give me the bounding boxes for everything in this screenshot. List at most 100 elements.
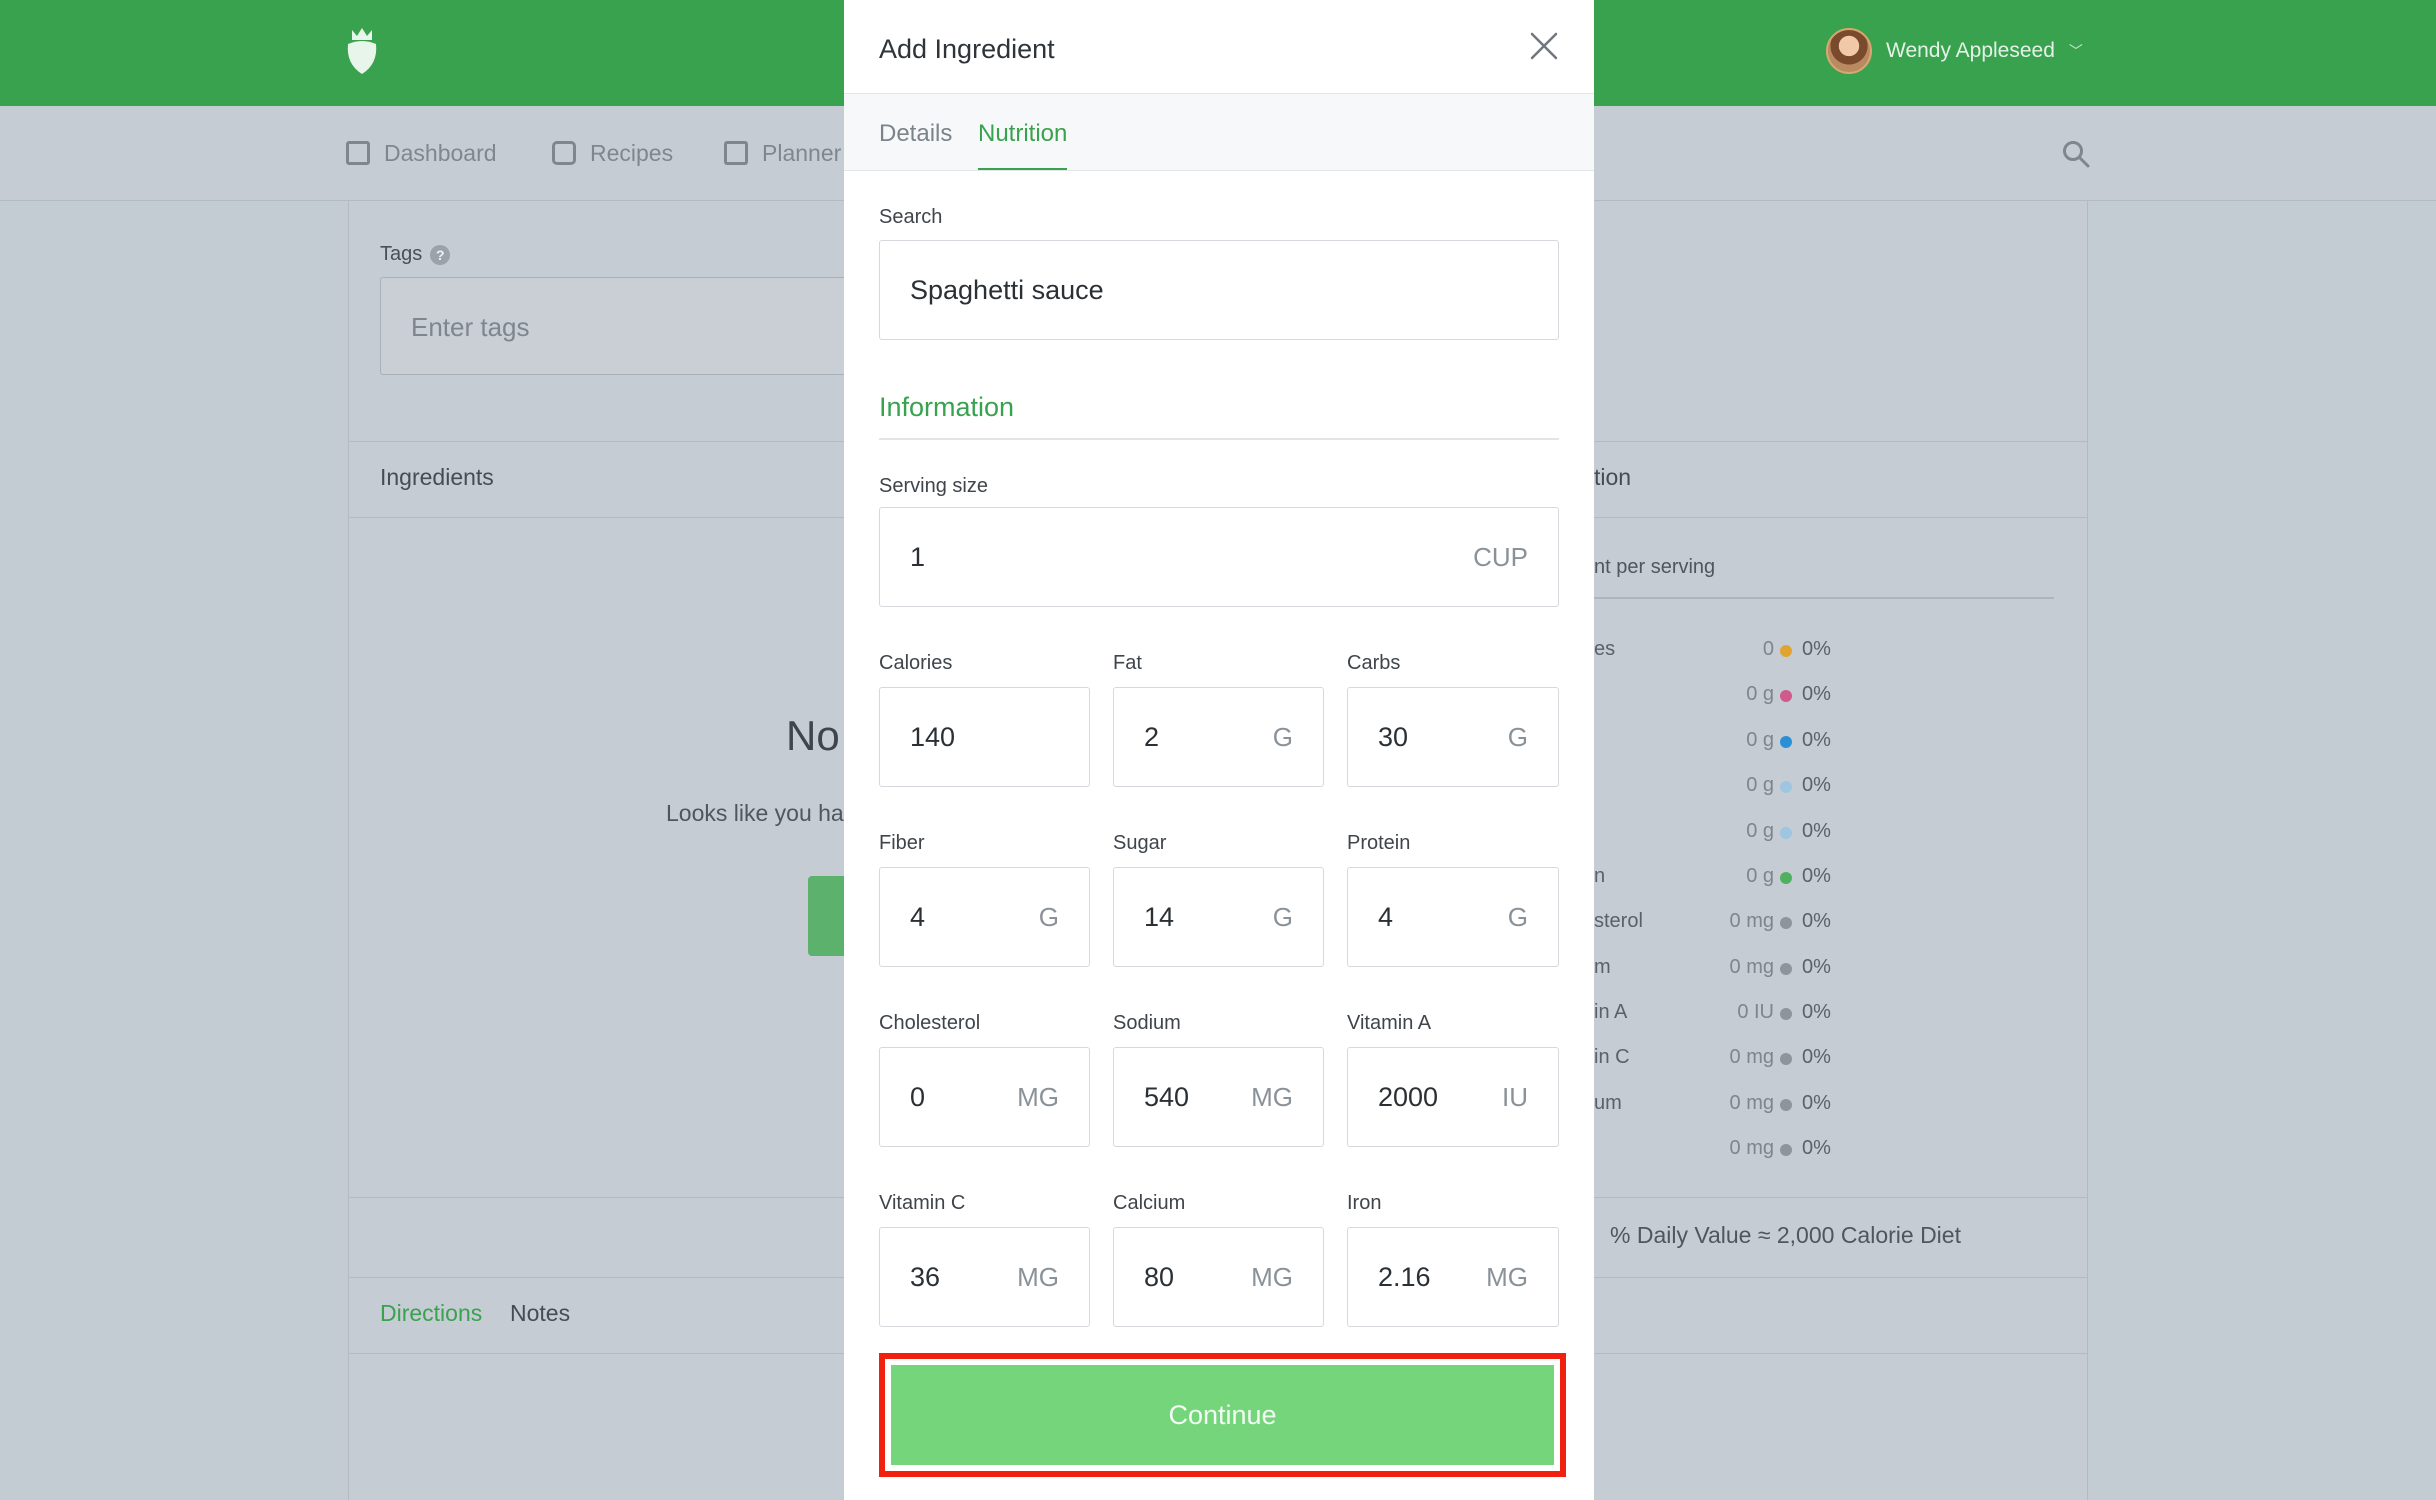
continue-button[interactable]: Continue — [891, 1365, 1554, 1465]
serving-size-value: 1 — [910, 542, 926, 572]
iron-label: Iron — [1347, 1192, 1382, 1214]
modal-tabs: Details Nutrition — [844, 94, 1594, 171]
nutrition-row: 0 g 0% — [1746, 729, 1831, 751]
information-heading: Information — [879, 392, 1015, 422]
nutrition-row: in A0 IU 0% — [1594, 1001, 1831, 1023]
nav-item-planner[interactable]: Planner — [724, 138, 841, 168]
sodium-value: 540 — [1144, 1082, 1190, 1112]
carbs-unit: G — [1507, 722, 1528, 752]
vitamin-a-value: 2000 — [1378, 1082, 1439, 1112]
empty-state-title: No — [786, 712, 840, 759]
fat-label: Fat — [1113, 652, 1142, 674]
search-label: Search — [879, 206, 943, 228]
ingredients-heading: Ingredients — [380, 464, 494, 490]
nav-label: Recipes — [590, 139, 674, 166]
fiber-label: Fiber — [879, 832, 925, 854]
calcium-unit: MG — [1251, 1262, 1293, 1292]
carbs-value: 30 — [1378, 722, 1409, 752]
chevron-down-icon: ﹀ — [2068, 43, 2083, 59]
calories-value: 140 — [910, 722, 956, 752]
fiber-value: 4 — [910, 902, 926, 932]
add-ingredient-modal: Add Ingredient Details Nutrition Search … — [844, 0, 1594, 1500]
user-menu[interactable]: Wendy Appleseed ﹀ — [1826, 26, 2083, 76]
nutrition-row: in C0 mg 0% — [1594, 1046, 1831, 1068]
vitamin-c-label: Vitamin C — [879, 1192, 966, 1214]
fat-unit: G — [1272, 722, 1293, 752]
protein-input[interactable]: 4 G — [1347, 867, 1559, 967]
nutrition-row: 0 mg 0% — [1729, 1137, 1831, 1159]
avatar — [1826, 28, 1872, 74]
divider — [879, 438, 1559, 440]
daily-value-note: % Daily Value ≈ 2,000 Calorie Diet — [1610, 1222, 1961, 1248]
tags-input[interactable]: Enter tags — [380, 277, 880, 375]
fiber-unit: G — [1038, 902, 1059, 932]
nutrition-row: es 0 0% — [1594, 638, 1831, 660]
tab-details[interactable]: Details — [879, 120, 952, 168]
user-name: Wendy Appleseed — [1886, 39, 2055, 62]
search-input[interactable]: Spaghetti sauce — [879, 240, 1559, 340]
vitamin-c-unit: MG — [1017, 1262, 1059, 1292]
help-icon[interactable]: ? — [430, 244, 451, 265]
empty-state-subtitle: Looks like you ha — [666, 800, 844, 826]
sodium-label: Sodium — [1113, 1012, 1181, 1034]
sodium-unit: MG — [1251, 1082, 1293, 1112]
protein-unit: G — [1507, 902, 1528, 932]
serving-size-unit: CUP — [1473, 542, 1528, 572]
add-ingredient-button[interactable] — [808, 876, 848, 956]
carbs-label: Carbs — [1347, 652, 1401, 674]
sodium-input[interactable]: 540 MG — [1113, 1047, 1324, 1147]
fiber-input[interactable]: 4 G — [879, 867, 1090, 967]
nutrition-row: 0 g 0% — [1746, 774, 1831, 796]
cholesterol-unit: MG — [1017, 1082, 1059, 1112]
nutrition-row: sterol 0 mg 0% — [1594, 910, 1831, 932]
logo-icon[interactable] — [346, 26, 378, 76]
tab-directions[interactable]: Directions — [380, 1300, 482, 1327]
iron-value: 2.16 — [1378, 1262, 1431, 1292]
vitamin-c-input[interactable]: 36 MG — [879, 1227, 1090, 1327]
tab-notes[interactable]: Notes — [510, 1300, 570, 1327]
nav-item-dashboard[interactable]: Dashboard — [346, 138, 497, 168]
cholesterol-input[interactable]: 0 MG — [879, 1047, 1090, 1147]
vitamin-a-input[interactable]: 2000 IU — [1347, 1047, 1559, 1147]
nutrition-heading: tion — [1594, 464, 1632, 490]
search-icon[interactable] — [2062, 140, 2090, 168]
inbox-icon — [552, 141, 576, 165]
cholesterol-value: 0 — [910, 1082, 926, 1112]
nav-item-recipes[interactable]: Recipes — [552, 138, 673, 168]
sugar-value: 14 — [1144, 902, 1175, 932]
iron-unit: MG — [1486, 1262, 1528, 1292]
serving-size-label: Serving size — [879, 475, 988, 497]
vitamin-c-value: 36 — [910, 1262, 941, 1292]
protein-value: 4 — [1378, 902, 1394, 932]
calcium-value: 80 — [1144, 1262, 1175, 1292]
protein-label: Protein — [1347, 832, 1411, 854]
carbs-input[interactable]: 30 G — [1347, 687, 1559, 787]
calcium-input[interactable]: 80 MG — [1113, 1227, 1324, 1327]
nav-label: Dashboard — [384, 139, 497, 166]
calendar-icon — [724, 141, 748, 165]
per-serving-label: nt per serving — [1594, 556, 1716, 578]
iron-input[interactable]: 2.16 MG — [1347, 1227, 1559, 1327]
tags-label-text: Tags — [380, 243, 423, 265]
close-icon[interactable] — [1528, 30, 1560, 62]
nutrition-row: 0 g 0% — [1746, 683, 1831, 705]
modal-title: Add Ingredient — [879, 34, 1055, 64]
divider — [1594, 597, 2054, 599]
calories-input[interactable]: 140 — [879, 687, 1090, 787]
modal-header: Add Ingredient — [844, 0, 1594, 94]
tags-label: Tags ? — [380, 243, 451, 266]
nutrition-row: 0 g 0% — [1746, 820, 1831, 842]
vitamin-a-unit: IU — [1502, 1082, 1528, 1112]
nav-label: Planner — [762, 139, 842, 166]
cholesterol-label: Cholesterol — [879, 1012, 981, 1034]
search-value: Spaghetti sauce — [910, 275, 1104, 305]
vitamin-a-label: Vitamin A — [1347, 1012, 1432, 1034]
sugar-input[interactable]: 14 G — [1113, 867, 1324, 967]
nutrition-row: n0 g 0% — [1594, 865, 1831, 887]
fat-value: 2 — [1144, 722, 1160, 752]
calcium-label: Calcium — [1113, 1192, 1186, 1214]
calories-label: Calories — [879, 652, 953, 674]
tab-nutrition[interactable]: Nutrition — [978, 120, 1068, 170]
serving-size-input[interactable]: 1 CUP — [879, 507, 1559, 607]
fat-input[interactable]: 2 G — [1113, 687, 1324, 787]
